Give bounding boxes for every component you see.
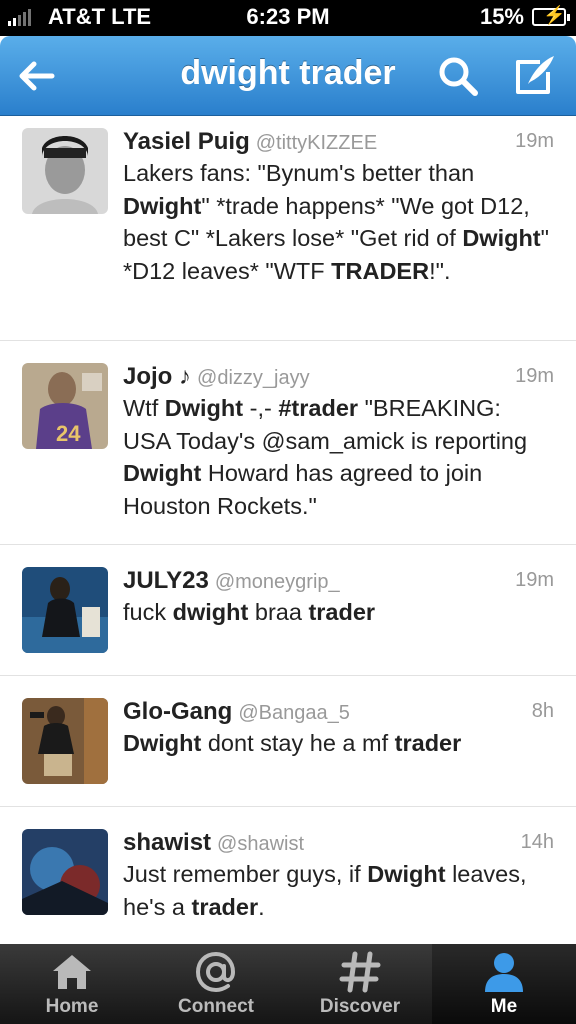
tab-discover[interactable]: Discover <box>288 944 432 1024</box>
navigation-bar: dwight trader <box>0 36 576 116</box>
tab-home[interactable]: Home <box>0 944 144 1024</box>
tweet-timestamp: 19m <box>515 365 554 387</box>
highlighted-keyword: Dwight <box>462 225 541 251</box>
tweet-text: Wtf Dwight -,- #trader "BREAKING: USA To… <box>123 392 554 522</box>
search-icon[interactable] <box>436 54 480 98</box>
tweet-text-segment: . <box>258 893 265 920</box>
highlighted-keyword: Dwight <box>123 730 202 756</box>
tweet-handle[interactable]: @tittyKIZZEE <box>256 132 377 154</box>
tab-label: Me <box>490 996 518 1017</box>
avatar[interactable]: 24 <box>22 363 108 449</box>
tab-label: Discover <box>319 996 401 1017</box>
tweet-text-segment: !". <box>429 257 451 284</box>
tweet-timestamp: 14h <box>520 831 554 853</box>
highlighted-keyword: Dwight <box>367 861 446 887</box>
tweet-text-segment: dont stay he a mf <box>201 730 395 756</box>
tweet-author-name[interactable]: Glo-Gang <box>123 698 232 725</box>
compose-icon[interactable] <box>510 52 558 100</box>
svg-text:24: 24 <box>56 421 81 446</box>
highlighted-keyword: trader <box>191 893 259 920</box>
tweet-author-name[interactable]: Jojo ♪ <box>123 363 191 390</box>
highlighted-keyword: TRADER <box>331 257 430 284</box>
tweet-text-segment: braa <box>248 599 309 625</box>
highlighted-keyword: Dwight <box>123 460 202 486</box>
avatar[interactable] <box>22 128 108 214</box>
tweet-handle[interactable]: @moneygrip_ <box>215 571 340 593</box>
tab-me[interactable]: Me <box>432 944 576 1024</box>
home-icon <box>0 950 144 994</box>
tab-label: Connect <box>178 996 254 1017</box>
tab-bar: Home Connect Discover Me <box>0 944 576 1024</box>
avatar[interactable] <box>22 698 108 784</box>
tab-connect[interactable]: Connect <box>144 944 288 1024</box>
tweet-author-name[interactable]: shawist <box>123 829 211 856</box>
tweet-text-segment: fuck <box>123 599 173 625</box>
tweet-text-segment: Wtf <box>123 395 165 421</box>
highlighted-keyword: dwight <box>172 599 249 625</box>
tweet-timestamp: 19m <box>515 569 554 591</box>
avatar[interactable] <box>22 829 108 915</box>
tweet-item[interactable]: JULY23 @moneygrip_ 19m fuck dwight braa t… <box>0 545 576 676</box>
tweet-item[interactable]: Glo-Gang @Bangaa_5 8h Dwight dont stay he… <box>0 676 576 807</box>
tweet-item[interactable]: shawist @shawist 14h Just remember guys, … <box>0 807 576 944</box>
tweet-author-name[interactable]: JULY23 <box>123 567 209 594</box>
tweet-handle[interactable]: @shawist <box>217 833 304 855</box>
tweet-handle[interactable]: @Bangaa_5 <box>238 702 350 724</box>
avatar[interactable] <box>22 567 108 653</box>
at-sign-icon <box>144 950 288 994</box>
tweet-text: Just remember guys, if Dwight leaves, he… <box>123 858 554 923</box>
tweet-text: Lakers fans: "Bynum's better than Dwight… <box>123 157 554 287</box>
tweet-handle[interactable]: @dizzy_jayy <box>197 367 310 389</box>
tweet-item[interactable]: Yasiel Puig @tittyKIZZEE 19m Lakers fans:… <box>0 116 576 341</box>
battery-icon: ⚡ <box>532 6 570 26</box>
tweet-text-segment: Lakers fans: "Bynum's better than <box>123 160 475 186</box>
tweet-timestamp: 19m <box>515 130 554 152</box>
tweet-timestamp: 8h <box>531 700 554 722</box>
hashtag-icon <box>288 950 432 994</box>
tweet-author-name[interactable]: Yasiel Puig <box>123 128 250 155</box>
battery-percent: 15% <box>479 4 524 29</box>
tweet-text-segment: -,- <box>243 395 279 421</box>
highlighted-keyword: trader <box>394 730 462 756</box>
tab-label: Home <box>45 996 99 1017</box>
highlighted-keyword: #trader <box>278 395 359 421</box>
tweet-text: Dwight dont stay he a mf trader <box>123 727 554 760</box>
highlighted-keyword: Dwight <box>123 192 202 219</box>
tweet-text: fuck dwight braa trader <box>123 596 554 629</box>
tweet-feed[interactable]: Yasiel Puig @tittyKIZZEE 19m Lakers fans:… <box>0 116 576 944</box>
page-title: dwight trader <box>180 54 396 92</box>
status-bar: AT&T LTE 6:23 PM 15% ⚡ <box>0 0 576 36</box>
highlighted-keyword: trader <box>308 599 376 625</box>
tweet-text-segment: Just remember guys, if <box>123 861 368 887</box>
person-icon <box>432 950 576 994</box>
tweet-item[interactable]: 24 Jojo ♪ @dizzy_jayy 19m Wtf Dwight -,- … <box>0 341 576 545</box>
highlighted-keyword: Dwight <box>164 395 244 421</box>
